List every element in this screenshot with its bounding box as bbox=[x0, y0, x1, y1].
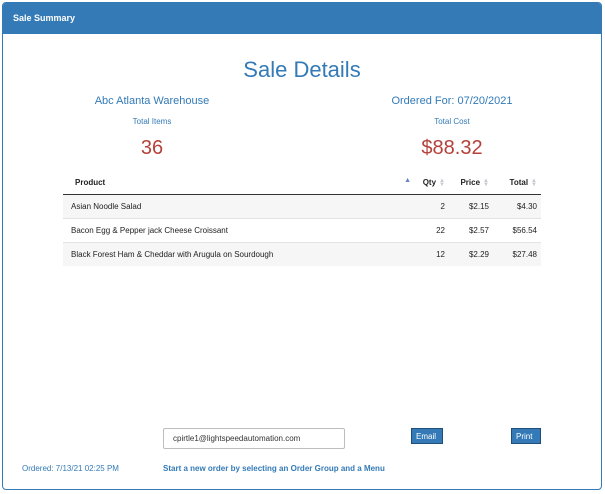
sort-icon: ▲ ▼ bbox=[531, 178, 537, 189]
cell-total: $56.54 bbox=[493, 217, 541, 242]
column-header-price[interactable]: Price ▲ ▼ bbox=[449, 172, 493, 195]
total-cost-value: $88.32 bbox=[421, 137, 483, 159]
summary-warehouse: Abc Atlanta Warehouse Total Items 36 bbox=[22, 95, 282, 160]
sale-summary-panel: Sale Summary Sale Details Abc Atlanta Wa… bbox=[2, 2, 602, 490]
sort-icon: ▲ ▼ bbox=[439, 178, 445, 189]
panel-header: Sale Summary bbox=[3, 3, 601, 34]
column-label: Product bbox=[75, 178, 106, 188]
column-header-total[interactable]: Total ▲ ▼ bbox=[493, 172, 541, 195]
warehouse-name: Abc Atlanta Warehouse bbox=[94, 95, 210, 107]
sort-icon: ▲ ▼ bbox=[483, 178, 489, 189]
email-field[interactable] bbox=[163, 428, 345, 449]
cell-total: $27.48 bbox=[493, 241, 541, 266]
column-header-product[interactable]: Product ▲ bbox=[63, 172, 411, 195]
cell-price: $2.57 bbox=[449, 217, 493, 242]
column-label: Total bbox=[509, 178, 529, 188]
new-order-link[interactable]: Start a new order by selecting an Order … bbox=[163, 464, 385, 473]
summary-order: Ordered For: 07/20/2021 Total Cost $88.3… bbox=[322, 95, 582, 160]
table-header-row: Product ▲ Qty ▲ ▼ Price ▲ ▼ Total ▲ ▼ bbox=[63, 172, 541, 195]
column-label: Qty bbox=[422, 178, 437, 188]
total-items-value: 36 bbox=[140, 137, 164, 159]
cell-price: $2.29 bbox=[449, 241, 493, 266]
total-cost-label: Total Cost bbox=[434, 117, 470, 126]
page-title: Sale Details bbox=[243, 57, 361, 82]
column-label: Price bbox=[460, 178, 481, 188]
cell-qty: 12 bbox=[411, 241, 449, 266]
ordered-timestamp: Ordered: 7/13/21 02:25 PM bbox=[22, 464, 119, 473]
table-row: Black Forest Ham & Cheddar with Arugula … bbox=[63, 241, 541, 266]
cell-qty: 22 bbox=[411, 217, 449, 242]
cell-total: $4.30 bbox=[493, 193, 541, 218]
column-header-qty[interactable]: Qty ▲ ▼ bbox=[411, 172, 449, 195]
table-row: Bacon Egg & Pepper jack Cheese Croissant… bbox=[63, 217, 541, 242]
email-button[interactable]: Email bbox=[411, 428, 443, 444]
cell-product: Bacon Egg & Pepper jack Cheese Croissant bbox=[63, 217, 411, 242]
cell-qty: 2 bbox=[411, 193, 449, 218]
cell-product: Asian Noodle Salad bbox=[63, 193, 411, 218]
ordered-for: Ordered For: 07/20/2021 bbox=[391, 95, 513, 107]
cell-price: $2.15 bbox=[449, 193, 493, 218]
cell-product: Black Forest Ham & Cheddar with Arugula … bbox=[63, 241, 411, 266]
table-row: Asian Noodle Salad 2 $2.15 $4.30 bbox=[63, 193, 541, 218]
print-button[interactable]: Print bbox=[511, 428, 541, 444]
total-items-label: Total Items bbox=[132, 117, 172, 126]
sort-asc-icon: ▲ bbox=[404, 177, 411, 184]
items-table: Product ▲ Qty ▲ ▼ Price ▲ ▼ Total ▲ ▼ Asian No… bbox=[63, 172, 541, 266]
